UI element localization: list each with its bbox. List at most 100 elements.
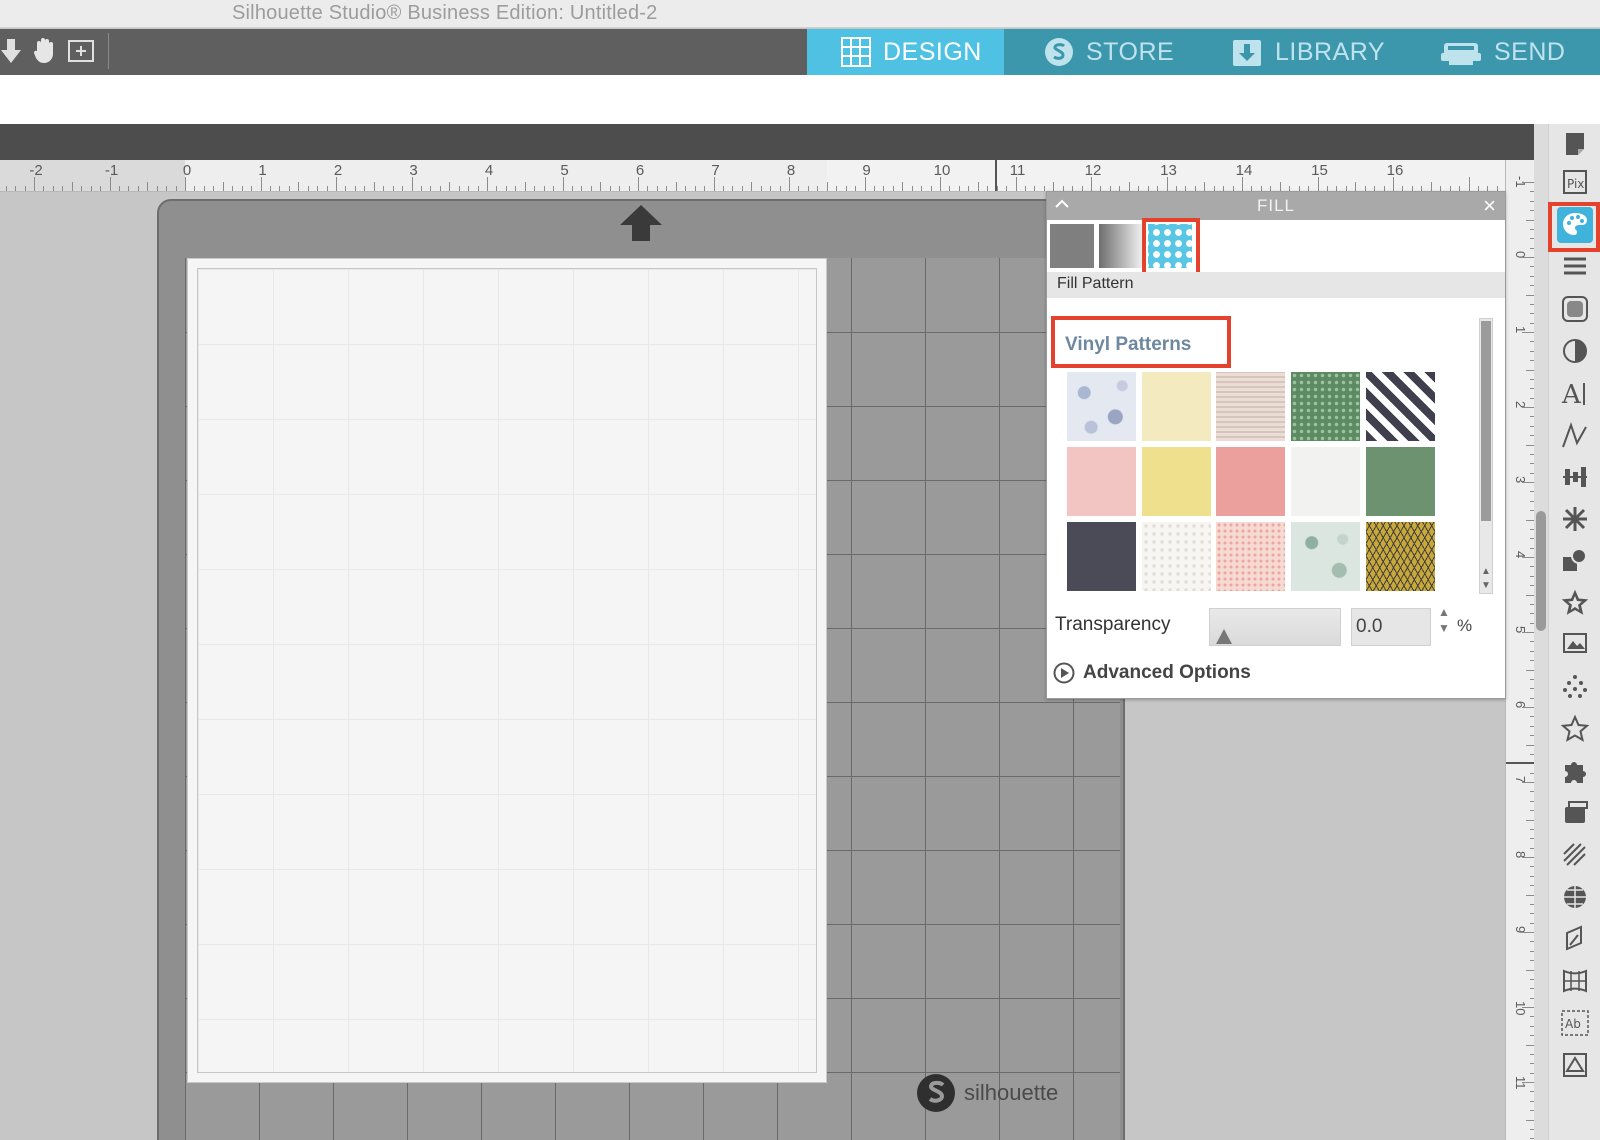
scrollbar-thumb[interactable] bbox=[1536, 511, 1546, 631]
transparency-slider-handle[interactable] bbox=[1216, 629, 1232, 644]
move-down-icon[interactable] bbox=[0, 34, 26, 68]
ruler-tick bbox=[175, 186, 177, 191]
ruler-label: 12 bbox=[1084, 162, 1102, 179]
hatch-fill-icon[interactable] bbox=[1557, 837, 1593, 873]
ruler-tick bbox=[770, 186, 772, 191]
ruler-tick bbox=[1091, 177, 1092, 191]
patterns-scrollbar[interactable]: ▲ ▼ bbox=[1479, 318, 1493, 594]
text-style-icon[interactable]: A bbox=[1557, 375, 1593, 411]
patterns-scrollbar-thumb[interactable] bbox=[1481, 321, 1491, 521]
puzzle-icon[interactable] bbox=[1557, 753, 1593, 789]
ruler-tick bbox=[543, 186, 545, 191]
fill-gradient-tab[interactable] bbox=[1099, 224, 1143, 268]
shadow-icon[interactable] bbox=[1557, 291, 1593, 327]
ruler-label: 14 bbox=[1235, 162, 1253, 179]
ruler-tick bbox=[62, 186, 64, 191]
vertical-scrollbar[interactable] bbox=[1534, 124, 1548, 1140]
ruler-label: 15 bbox=[1311, 162, 1328, 179]
pattern-swatch-mint-floral[interactable] bbox=[1291, 522, 1360, 591]
pattern-swatch-green-dots[interactable] bbox=[1291, 372, 1360, 441]
layers-icon[interactable] bbox=[1557, 795, 1593, 831]
ruler-tick bbox=[647, 186, 649, 191]
design-icon[interactable] bbox=[1557, 1047, 1593, 1083]
pattern-swatch-yellow[interactable] bbox=[1142, 447, 1211, 516]
vruler-tick bbox=[1522, 407, 1534, 408]
vruler-position-marker bbox=[1506, 762, 1534, 764]
pattern-swatch-beige-stripes[interactable] bbox=[1216, 372, 1285, 441]
vruler-tick bbox=[1526, 744, 1534, 746]
page-setup-icon[interactable] bbox=[1557, 126, 1593, 162]
fill-solid-tab[interactable] bbox=[1050, 224, 1094, 268]
pattern-swatch-white[interactable] bbox=[1291, 447, 1360, 516]
library-star-icon[interactable] bbox=[1557, 711, 1593, 747]
vruler-tick bbox=[1526, 669, 1534, 671]
tab-send[interactable]: SEND bbox=[1414, 29, 1600, 75]
ruler-tick bbox=[71, 182, 73, 191]
ruler-tick bbox=[317, 186, 319, 191]
ruler-tick bbox=[81, 186, 83, 191]
tab-store[interactable]: STORE bbox=[1004, 29, 1204, 75]
ruler-tick bbox=[354, 186, 356, 191]
pattern-swatch-white-dots[interactable] bbox=[1142, 522, 1211, 591]
scroll-up-icon[interactable]: ▲ bbox=[1480, 565, 1492, 579]
main-toolbar: DESIGN STORE LIBRARY SEND bbox=[0, 29, 1600, 75]
pan-hand-icon[interactable] bbox=[29, 34, 59, 68]
emboss-icon[interactable] bbox=[1557, 921, 1593, 957]
pixscan-icon[interactable]: Pix bbox=[1557, 164, 1593, 200]
pattern-swatch-sage[interactable] bbox=[1366, 447, 1435, 516]
pattern-swatch-navy-stripes[interactable] bbox=[1366, 372, 1435, 441]
vruler-tick bbox=[1526, 519, 1534, 521]
mat-brand-label: silhouette bbox=[964, 1080, 1059, 1105]
pattern-swatch-mustard-geo[interactable] bbox=[1366, 522, 1435, 591]
ruler-tick bbox=[704, 186, 706, 191]
vruler-label: 10 bbox=[1513, 1001, 1528, 1016]
pattern-swatch-cream[interactable] bbox=[1142, 372, 1211, 441]
ruler-tick bbox=[345, 186, 347, 191]
fill-palette-icon[interactable] bbox=[1557, 207, 1593, 243]
ruler-tick bbox=[1393, 177, 1394, 191]
sketch-text-icon[interactable] bbox=[1557, 417, 1593, 453]
ruler-tick bbox=[1166, 177, 1168, 191]
pattern-swatch-charcoal[interactable] bbox=[1067, 522, 1136, 591]
transparency-input[interactable] bbox=[1351, 608, 1431, 646]
transparency-stepper[interactable]: ▲ ▼ bbox=[1437, 604, 1451, 644]
ruler-tick bbox=[373, 182, 375, 191]
transparency-slider[interactable] bbox=[1209, 608, 1341, 646]
scroll-down-icon[interactable]: ▼ bbox=[1480, 579, 1492, 593]
vruler-tick bbox=[1522, 1082, 1534, 1083]
text-to-path-icon[interactable]: Ab bbox=[1557, 1005, 1593, 1041]
svg-text:Pix: Pix bbox=[1567, 177, 1584, 191]
offset-star-icon[interactable] bbox=[1557, 585, 1593, 621]
replicate-icon[interactable] bbox=[1557, 501, 1593, 537]
align-icon[interactable] bbox=[1557, 459, 1593, 495]
trace-icon[interactable] bbox=[1557, 627, 1593, 663]
advanced-options-toggle[interactable]: Advanced Options bbox=[1053, 662, 1251, 684]
ruler-tick bbox=[958, 186, 960, 191]
tab-library[interactable]: LIBRARY bbox=[1204, 29, 1414, 75]
ruler-label: -1 bbox=[104, 162, 119, 179]
line-style-icon[interactable] bbox=[1557, 249, 1593, 285]
nesting-globe-icon[interactable] bbox=[1557, 879, 1593, 915]
fill-panel-title: FILL bbox=[1256, 196, 1296, 215]
pattern-swatch-floral-blue[interactable] bbox=[1067, 372, 1136, 441]
ruler-tick bbox=[147, 182, 149, 191]
warp-icon[interactable] bbox=[1557, 963, 1593, 999]
pattern-swatch-blush[interactable] bbox=[1067, 447, 1136, 516]
ruler-tick bbox=[1006, 186, 1008, 191]
ruler-tick bbox=[562, 177, 564, 191]
modify-icon[interactable] bbox=[1557, 543, 1593, 579]
ruler-tick bbox=[628, 186, 630, 191]
ruler-tick bbox=[1430, 182, 1432, 191]
ruler-label: 10 bbox=[933, 162, 951, 179]
zoom-fit-icon[interactable] bbox=[66, 34, 96, 68]
point-effects-icon[interactable] bbox=[1557, 669, 1593, 705]
close-icon[interactable]: × bbox=[1483, 193, 1497, 219]
ruler-tick bbox=[1128, 182, 1130, 191]
ruler-tick bbox=[496, 186, 498, 191]
pattern-swatch-coral[interactable] bbox=[1216, 447, 1285, 516]
tab-design[interactable]: DESIGN bbox=[807, 29, 1004, 75]
fill-pattern-tab[interactable] bbox=[1148, 224, 1192, 268]
pattern-swatch-pink-speckle[interactable] bbox=[1216, 522, 1285, 591]
half-circle-icon[interactable] bbox=[1557, 333, 1593, 369]
page-area[interactable] bbox=[187, 258, 827, 1083]
